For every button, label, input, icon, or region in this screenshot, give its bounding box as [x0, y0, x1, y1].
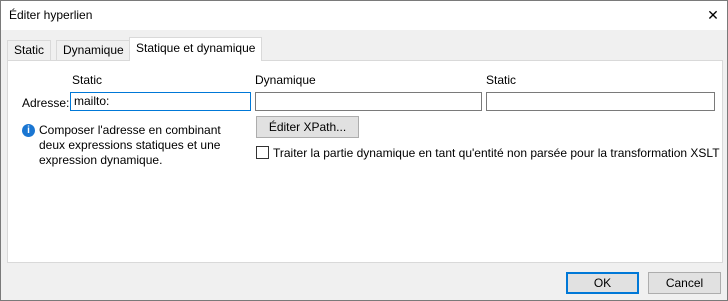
tab-panel: Static Dynamique Static Adresse: mailto:…	[7, 60, 723, 263]
static-2-input[interactable]	[486, 92, 715, 111]
tab-dynamique[interactable]: Dynamique	[56, 40, 131, 60]
ok-button[interactable]: OK	[566, 272, 639, 294]
title-bar: Éditer hyperlien ✕	[1, 1, 727, 30]
window-title: Éditer hyperlien	[9, 8, 93, 22]
column-header-static-1: Static	[72, 73, 103, 87]
info-icon: i	[22, 124, 35, 137]
dialog-button-bar: OK Cancel	[1, 265, 727, 300]
static-1-input[interactable]: mailto:	[70, 92, 251, 111]
column-header-static-2: Static	[486, 73, 517, 87]
tab-static[interactable]: Static	[7, 40, 52, 60]
treat-unparsed-entity-checkbox[interactable]	[256, 146, 269, 159]
cancel-button[interactable]: Cancel	[648, 272, 721, 294]
treat-unparsed-entity-label: Traiter la partie dynamique en tant qu'e…	[273, 146, 720, 160]
info-text: Composer l'adresse en combinant deux exp…	[39, 123, 221, 167]
tab-statique-et-dynamique[interactable]: Statique et dynamique	[129, 37, 263, 61]
address-label: Adresse:	[22, 96, 70, 110]
edit-hyperlink-dialog: Éditer hyperlien ✕ Static Dynamique Stat…	[0, 0, 728, 301]
edit-xpath-button[interactable]: Éditer XPath...	[256, 116, 359, 138]
close-icon[interactable]: ✕	[703, 5, 723, 25]
dynamic-input[interactable]	[255, 92, 482, 111]
column-header-dynamique: Dynamique	[255, 73, 316, 87]
